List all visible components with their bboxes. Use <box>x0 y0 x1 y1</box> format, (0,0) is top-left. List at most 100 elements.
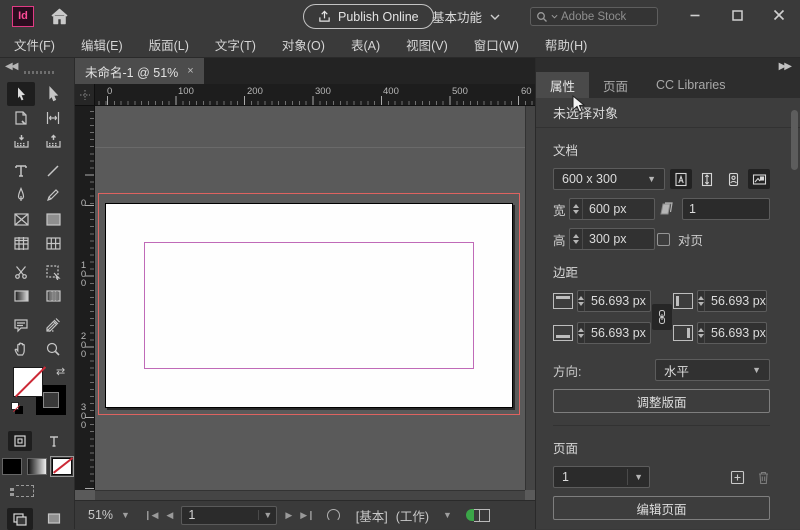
height-stepper[interactable] <box>570 229 583 249</box>
height-field[interactable]: 300 px <box>569 228 655 250</box>
tool-note[interactable] <box>7 313 35 337</box>
fill-swatch-none[interactable] <box>13 367 43 397</box>
orientation-dropdown[interactable]: 水平 ▼ <box>655 359 770 381</box>
panel-scrollbar[interactable] <box>791 110 798 170</box>
tab-close-icon[interactable]: × <box>187 65 193 77</box>
close-button[interactable] <box>768 5 790 25</box>
menu-edit[interactable]: 编辑(E) <box>81 35 123 54</box>
menu-type[interactable]: 文字(T) <box>215 35 256 54</box>
tool-rectangle[interactable] <box>39 207 67 231</box>
formatting-affects-container-button[interactable] <box>8 431 32 451</box>
tool-direct-selection[interactable] <box>39 82 67 106</box>
margin-left-field[interactable]: 56.693 px <box>697 290 767 312</box>
minimize-button[interactable] <box>684 5 706 25</box>
margin-right-field[interactable]: 56.693 px <box>697 322 767 344</box>
facing-pages-checkbox[interactable] <box>657 232 670 246</box>
tool-pen[interactable] <box>7 183 35 207</box>
view-options-icon[interactable] <box>10 485 34 497</box>
tool-selection[interactable] <box>7 82 35 106</box>
tab-pages[interactable]: 页面 <box>589 72 642 98</box>
first-page-button[interactable]: ❙◀ <box>144 510 158 521</box>
expand-panel-icon[interactable]: ▶▶ <box>779 61 792 72</box>
preflight-chevron-icon[interactable]: ▼ <box>443 510 452 520</box>
document-page[interactable] <box>105 203 513 408</box>
margin-right-stepper[interactable] <box>698 323 705 343</box>
apply-gradient-button[interactable] <box>27 458 47 475</box>
margin-left-stepper[interactable] <box>698 291 705 311</box>
width-field[interactable]: 600 px <box>569 198 655 220</box>
doc-portrait-button[interactable] <box>670 169 692 189</box>
preflight-preset[interactable]: [基本] <box>356 506 388 525</box>
swap-fill-stroke-icon[interactable]: ⇄ <box>56 365 65 378</box>
tool-free-transform[interactable] <box>39 260 67 284</box>
document-tab[interactable]: 未命名-1 @ 51% × <box>75 58 204 84</box>
apply-none-button[interactable] <box>50 456 74 477</box>
tool-page[interactable] <box>7 106 35 130</box>
tool-gradient[interactable] <box>7 284 35 308</box>
tool-horizontal-grid[interactable] <box>7 231 35 255</box>
menu-layout[interactable]: 版面(L) <box>149 35 189 54</box>
pages-count-field[interactable]: 1 <box>682 198 770 220</box>
tool-hand[interactable] <box>7 337 35 361</box>
publish-online-button[interactable]: Publish Online <box>303 4 434 29</box>
previous-page-button[interactable]: ◀ <box>166 510 173 521</box>
pasteboard[interactable] <box>95 106 525 490</box>
menu-view[interactable]: 视图(V) <box>406 35 448 54</box>
tool-scissors[interactable] <box>7 260 35 284</box>
preflight-profile[interactable]: (工作) <box>396 506 429 525</box>
tool-vertical-grid[interactable] <box>39 231 67 255</box>
tool-gradient-feather[interactable] <box>39 284 67 308</box>
link-margins-button[interactable] <box>652 304 672 330</box>
screen-mode-preview-button[interactable] <box>41 508 67 530</box>
tool-type[interactable] <box>7 159 35 183</box>
page-number-dropdown[interactable]: 1 ▼ <box>181 505 278 525</box>
tool-zoom[interactable] <box>39 337 67 361</box>
canvas[interactable]: 0 100 200 300 400 500 60 0 100 200 300 <box>75 84 535 500</box>
margin-bottom-stepper[interactable] <box>578 323 585 343</box>
tool-content-placer[interactable] <box>39 130 67 154</box>
vertical-ruler[interactable]: 0 100 200 300 <box>75 106 95 490</box>
next-page-button[interactable]: ▶ <box>285 510 292 521</box>
current-page-dropdown[interactable]: 1 ▼ <box>553 466 650 488</box>
home-button[interactable] <box>50 8 69 25</box>
last-page-button[interactable]: ▶❙ <box>300 510 314 521</box>
tool-pencil[interactable] <box>39 183 67 207</box>
menu-window[interactable]: 窗口(W) <box>474 35 519 54</box>
tab-cc-libraries[interactable]: CC Libraries <box>642 72 739 98</box>
menu-file[interactable]: 文件(F) <box>14 35 55 54</box>
margin-top-stepper[interactable] <box>578 291 585 311</box>
menu-object[interactable]: 对象(O) <box>282 35 325 54</box>
vertical-scrollbar[interactable] <box>525 106 535 490</box>
menu-table[interactable]: 表(A) <box>351 35 380 54</box>
margin-top-field[interactable]: 56.693 px <box>577 290 651 312</box>
adjust-layout-button[interactable]: 调整版面 <box>553 389 770 413</box>
horizontal-scrollbar[interactable] <box>95 490 525 500</box>
preflight-icon[interactable] <box>326 508 340 522</box>
workspace-switcher[interactable]: 基本功能 <box>432 7 500 26</box>
margin-bottom-field[interactable]: 56.693 px <box>577 322 651 344</box>
preflight-status-indicator[interactable] <box>465 508 490 522</box>
formatting-affects-text-button[interactable] <box>42 431 66 451</box>
doc-mobile-button[interactable] <box>722 169 744 189</box>
horizontal-ruler[interactable]: 0 100 200 300 400 500 60 <box>95 84 535 106</box>
width-stepper[interactable] <box>570 199 583 219</box>
tool-gap[interactable] <box>39 106 67 130</box>
doc-binding-button[interactable] <box>696 169 718 189</box>
tool-line[interactable] <box>39 159 67 183</box>
panel-grip[interactable] <box>24 71 54 74</box>
menu-help[interactable]: 帮助(H) <box>545 35 587 54</box>
tool-eyedropper[interactable] <box>39 313 67 337</box>
default-fill-stroke-icon[interactable] <box>11 402 23 414</box>
edit-page-button[interactable]: 编辑页面 <box>553 496 770 520</box>
add-page-icon[interactable] <box>730 470 745 485</box>
adobe-stock-search-input[interactable]: Adobe Stock <box>530 7 658 26</box>
apply-color-button[interactable] <box>2 458 22 475</box>
page-size-dropdown[interactable]: 600 x 300 ▼ <box>553 168 665 190</box>
ruler-origin-corner[interactable] <box>75 84 95 106</box>
collapse-panel-icon[interactable]: ◀◀ <box>5 61 18 72</box>
doc-landscape-button[interactable] <box>748 169 770 189</box>
tool-content-collector[interactable] <box>7 130 35 154</box>
delete-page-icon[interactable] <box>757 470 770 485</box>
zoom-level[interactable]: 51% <box>88 508 113 522</box>
screen-mode-normal-button[interactable] <box>7 508 33 530</box>
